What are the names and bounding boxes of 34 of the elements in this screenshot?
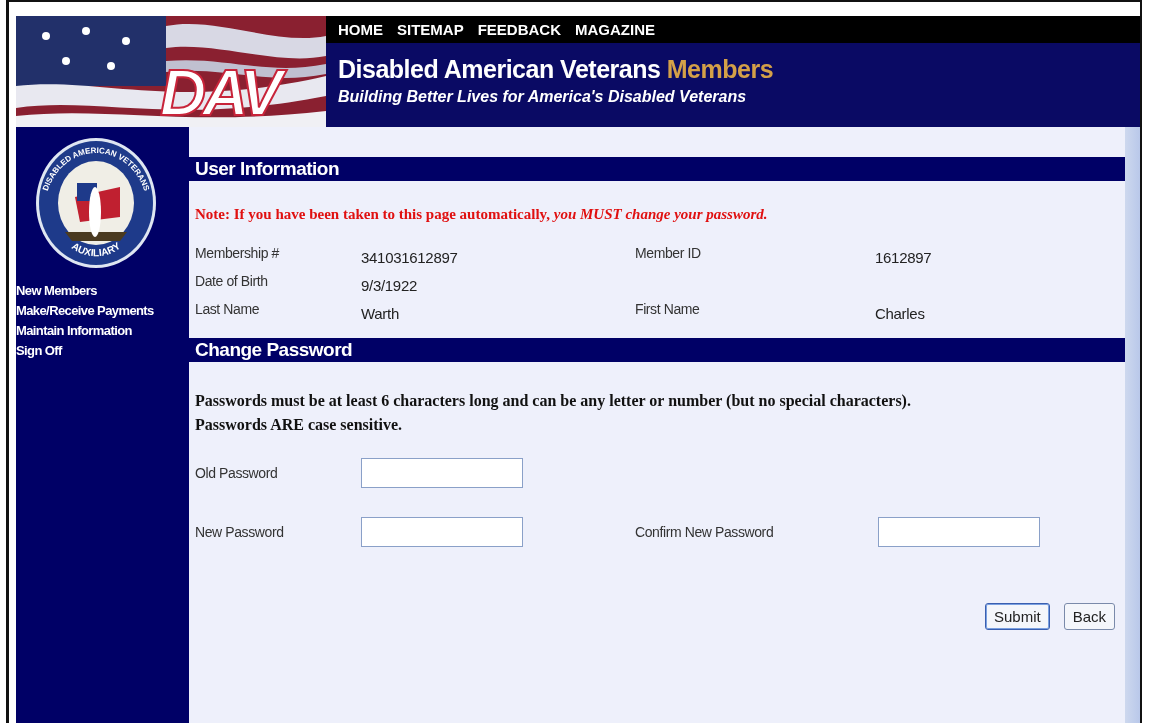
scrollbar[interactable]: [1125, 127, 1140, 723]
field-value: 9/3/1922: [361, 276, 418, 294]
field-value: 1612897: [875, 248, 933, 266]
old-password-field[interactable]: [361, 458, 523, 488]
field-label: Member ID: [635, 245, 702, 263]
password-rule-text: Passwords must be at least 6 characters long and can be any letter or number (but no special characters).: [195, 392, 912, 410]
field-label: First Name: [635, 301, 701, 319]
field-label: New Password: [195, 524, 285, 540]
field-label: Old Password: [195, 465, 279, 481]
nav-link[interactable]: HOME: [338, 21, 383, 38]
new-password-field[interactable]: [361, 517, 523, 547]
note-text: Note: If you have been taken to this page automatically, you MUST change your password.: [194, 205, 769, 224]
field-value: Charles: [875, 304, 926, 322]
nav-link[interactable]: FEEDBACK: [477, 21, 562, 38]
sidebar-link[interactable]: Maintain Information: [16, 321, 189, 341]
password-rule-text: Passwords ARE case sensitive.: [195, 416, 404, 434]
nav-link[interactable]: SITEMAP: [397, 21, 464, 38]
confirm-password-field[interactable]: [878, 517, 1040, 547]
section-heading: User Information: [189, 157, 1125, 181]
back-button[interactable]: Back: [1063, 603, 1115, 630]
field-label: Date of Birth: [195, 273, 269, 291]
submit-button[interactable]: Submit: [984, 603, 1050, 630]
nav-link[interactable]: MAGAZINE: [575, 21, 656, 38]
field-value: Warth: [361, 304, 400, 322]
field-label: Last Name: [195, 301, 261, 319]
field-label: Confirm New Password: [635, 524, 775, 540]
site-title: Disabled American Veterans Members: [338, 55, 775, 84]
section-heading: Change Password: [189, 338, 1125, 362]
field-label: Membership #: [195, 245, 281, 263]
site-tagline: Building Better Lives for America's Disabled Veterans: [338, 88, 748, 106]
field-value: 341031612897: [361, 248, 459, 266]
sidebar-link[interactable]: Sign Off: [16, 341, 189, 361]
sidebar-link[interactable]: New Members: [16, 281, 189, 301]
sidebar-link[interactable]: Make/Receive Payments: [16, 301, 189, 321]
